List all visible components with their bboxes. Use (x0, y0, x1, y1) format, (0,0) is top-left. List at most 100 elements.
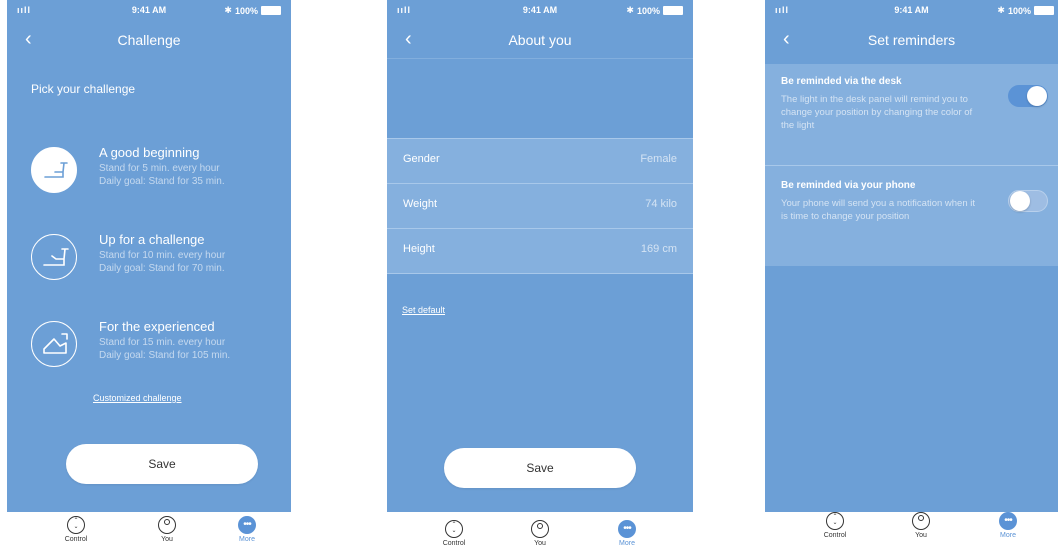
battery-icon (1034, 6, 1054, 15)
challenge-frequency: Stand for 15 min. every hour (99, 337, 226, 348)
desk-reminder-toggle[interactable] (1008, 85, 1048, 107)
person-icon (912, 512, 930, 530)
battery-indicator: ✱ 100% (997, 5, 1054, 16)
tab-you[interactable]: You (896, 512, 946, 539)
tab-more[interactable]: ••• More (602, 520, 652, 547)
tab-label: You (915, 532, 927, 539)
battery-icon (261, 6, 281, 15)
nav-bar: ‹ Set reminders (765, 24, 1058, 58)
phone-about-you: ııll 9:41 AM ✱ 100% ‹ About you Gender F… (387, 0, 693, 551)
row-value: Female (640, 153, 677, 165)
profile-row-weight[interactable]: Weight 74 kilo (387, 183, 693, 228)
row-label: Height (403, 243, 435, 255)
control-icon: ⌃ ⌄ (445, 520, 463, 538)
tab-bar: ⌃ ⌄ Control You ••• More (765, 512, 1058, 551)
pick-challenge-heading: Pick your challenge (31, 82, 136, 96)
tab-bar: ⌃ ⌄ Control You ••• More (387, 512, 693, 551)
battery-icon (663, 6, 683, 15)
nav-bar: ‹ About you (387, 24, 693, 59)
row-value: 169 cm (640, 243, 677, 255)
status-bar: ııll 9:41 AM ✱ 100% (387, 0, 693, 22)
tab-label: You (534, 540, 546, 547)
stand-desk-icon (31, 234, 77, 280)
tab-label: More (1000, 532, 1016, 539)
tab-label: More (619, 540, 635, 547)
tab-control[interactable]: ⌃ ⌄ Control (429, 520, 479, 547)
battery-percent: 100% (234, 5, 258, 16)
toggle-knob (1027, 86, 1047, 106)
challenge-daily-goal: Daily goal: Stand for 105 min. (99, 350, 231, 361)
reminder-description: Your phone will send you a notification … (781, 198, 975, 222)
tab-label: You (161, 536, 173, 543)
challenge-option-up-for-challenge[interactable]: Up for a challenge Stand for 10 min. eve… (31, 232, 291, 286)
profile-list: Gender Female Weight 74 kilo Height 169 … (387, 138, 693, 274)
challenge-screen: ııll 9:41 AM ✱ 100% ‹ Challenge Pick you… (7, 0, 291, 512)
person-icon (531, 520, 549, 538)
tab-more[interactable]: ••• More (983, 512, 1033, 539)
more-icon: ••• (618, 520, 636, 538)
person-icon (158, 516, 176, 534)
phone-set-reminders: ııll 9:41 AM ✱ 100% ‹ Set reminders Be r… (765, 0, 1058, 551)
challenge-name: Up for a challenge (99, 232, 205, 247)
about-you-screen: ııll 9:41 AM ✱ 100% ‹ About you Gender F… (387, 0, 693, 512)
set-default-link[interactable]: Set default (402, 305, 445, 315)
tab-label: Control (823, 532, 847, 539)
back-chevron-icon[interactable]: ‹ (405, 29, 412, 49)
page-title: About you (508, 32, 572, 48)
tab-control[interactable]: ⌃ ⌄ Control (810, 512, 860, 539)
row-label: Weight (403, 198, 438, 210)
tab-you[interactable]: You (515, 520, 565, 547)
back-chevron-icon[interactable]: ‹ (783, 29, 790, 49)
trend-chart-icon (31, 321, 77, 367)
battery-indicator: ✱ 100% (626, 5, 683, 16)
challenge-frequency: Stand for 5 min. every hour (99, 163, 220, 174)
challenge-name: For the experienced (99, 319, 215, 334)
reminder-phone: Be reminded via your phone Your phone wi… (765, 166, 1058, 266)
challenge-daily-goal: Daily goal: Stand for 70 min. (99, 263, 225, 274)
phone-challenge: ııll 9:41 AM ✱ 100% ‹ Challenge Pick you… (7, 0, 291, 551)
bluetooth-icon: ✱ (224, 5, 232, 15)
battery-indicator: ✱ 100% (224, 5, 281, 16)
back-chevron-icon[interactable]: ‹ (25, 29, 32, 49)
tab-more[interactable]: ••• More (222, 516, 272, 543)
toggle-knob (1010, 191, 1030, 211)
reminder-heading: Be reminded via your phone (781, 180, 916, 191)
battery-percent: 100% (1007, 5, 1031, 16)
status-bar: ııll 9:41 AM ✱ 100% (7, 0, 291, 22)
phone-reminder-toggle[interactable] (1008, 190, 1048, 212)
tab-label: Control (64, 536, 88, 543)
status-bar: ııll 9:41 AM ✱ 100% (765, 0, 1058, 22)
customized-challenge-link[interactable]: Customized challenge (93, 393, 182, 403)
control-icon: ⌃ ⌄ (826, 512, 844, 530)
reminder-heading: Be reminded via the desk (781, 76, 902, 87)
challenge-name: A good beginning (99, 145, 200, 160)
tab-you[interactable]: You (142, 516, 192, 543)
reminder-desk: Be reminded via the desk The light in th… (765, 64, 1058, 166)
save-button[interactable]: Save (66, 444, 258, 484)
tab-bar: ⌃ ⌄ Control You ••• More (7, 512, 291, 551)
save-button[interactable]: Save (444, 448, 636, 488)
control-icon: ⌃ ⌄ (67, 516, 85, 534)
tab-label: Control (442, 540, 466, 547)
page-title: Set reminders (867, 32, 956, 48)
profile-row-height[interactable]: Height 169 cm (387, 228, 693, 274)
challenge-option-good-beginning[interactable]: A good beginning Stand for 5 min. every … (31, 145, 291, 199)
bluetooth-icon: ✱ (626, 5, 634, 15)
battery-percent: 100% (636, 5, 660, 16)
stand-desk-icon (31, 147, 77, 193)
tab-control[interactable]: ⌃ ⌄ Control (51, 516, 101, 543)
reminder-description: The light in the desk panel will remind … (781, 94, 973, 131)
nav-bar: ‹ Challenge (7, 24, 291, 58)
profile-row-gender[interactable]: Gender Female (387, 138, 693, 183)
more-icon: ••• (238, 516, 256, 534)
page-title: Challenge (117, 32, 181, 48)
more-icon: ••• (999, 512, 1017, 530)
challenge-frequency: Stand for 10 min. every hour (99, 250, 226, 261)
challenge-daily-goal: Daily goal: Stand for 35 min. (99, 176, 225, 187)
bluetooth-icon: ✱ (997, 5, 1005, 15)
tab-label: More (239, 536, 255, 543)
challenge-option-experienced[interactable]: For the experienced Stand for 15 min. ev… (31, 319, 291, 373)
row-label: Gender (403, 153, 440, 165)
reminders-screen: ııll 9:41 AM ✱ 100% ‹ Set reminders Be r… (765, 0, 1058, 512)
row-value: 74 kilo (645, 198, 677, 210)
